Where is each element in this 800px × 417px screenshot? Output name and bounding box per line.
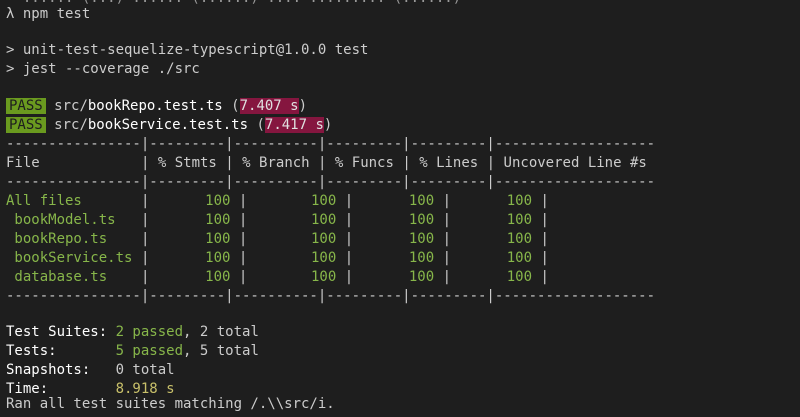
- summary-total: , 5 total: [183, 343, 259, 359]
- suite-dir: src/: [54, 98, 88, 114]
- summary-passed: 2 passed: [115, 324, 184, 340]
- row-stmts: 100: [205, 212, 231, 228]
- row-branch: 100: [311, 212, 337, 228]
- row-lines: 100: [506, 193, 533, 209]
- row-branch: 100: [311, 231, 337, 247]
- row-file: database.ts: [6, 269, 108, 285]
- suite-time-highlight: 7.417 s: [264, 117, 324, 133]
- header-funcs: % Funcs: [334, 155, 394, 171]
- suite-dir: src/: [54, 117, 88, 133]
- coverage-separator-mid: ----------------|---------|----------|--…: [6, 174, 656, 190]
- coverage-header-row: File | % Stmts | % Branch | % Funcs | % L…: [6, 155, 647, 171]
- summary-label: Tests:: [6, 343, 116, 359]
- prompt-line: λ npm test: [6, 6, 91, 22]
- summary-value: 0 total: [115, 362, 175, 378]
- suite-time-highlight: 7.407 s: [239, 98, 299, 114]
- row-stmts: 100: [205, 250, 231, 266]
- suite-result-row: PASS src/bookRepo.test.ts (7.407 s): [6, 97, 307, 116]
- pass-badge: PASS: [6, 117, 46, 133]
- coverage-separator-bottom: ----------------|---------|----------|--…: [6, 288, 656, 304]
- row-stmts: 100: [205, 231, 231, 247]
- pass-badge: PASS: [6, 98, 46, 114]
- row-funcs: 100: [408, 231, 435, 247]
- header-file: File: [6, 155, 40, 171]
- row-file: All files: [6, 193, 82, 209]
- row-file: bookRepo.ts: [6, 231, 108, 247]
- coverage-row: All files | 100 | 100 | 100 | 100 |: [6, 193, 549, 209]
- row-lines: 100: [506, 212, 533, 228]
- row-file: bookService.ts: [6, 250, 133, 266]
- row-file: bookModel.ts: [6, 212, 116, 228]
- coverage-row: database.ts | 100 | 100 | 100 | 100 |: [6, 269, 549, 285]
- row-lines: 100: [506, 269, 533, 285]
- clipped-next-line: ...... ... ..... ......... ..... .......…: [6, 410, 545, 417]
- terminal-window[interactable]: ...... (...) ...... (......) .... ......…: [0, 0, 800, 417]
- summary-label: Snapshots:: [6, 362, 116, 378]
- npm-script-line: > unit-test-sequelize-typescript@1.0.0 t…: [6, 42, 369, 58]
- row-branch: 100: [311, 250, 337, 266]
- summary-snapshots: Snapshots: 0 total: [6, 361, 175, 380]
- row-funcs: 100: [408, 269, 435, 285]
- header-stmts: % Stmts: [157, 155, 217, 171]
- header-uncovered: Uncovered Line #s: [503, 155, 647, 171]
- row-stmts: 100: [205, 193, 231, 209]
- row-funcs: 100: [408, 212, 435, 228]
- header-lines: % Lines: [419, 155, 479, 171]
- coverage-separator-top: ----------------|---------|----------|--…: [6, 136, 656, 152]
- row-branch: 100: [311, 269, 337, 285]
- coverage-row: bookRepo.ts | 100 | 100 | 100 | 100 |: [6, 231, 549, 247]
- row-stmts: 100: [205, 269, 231, 285]
- summary-label: Test Suites:: [6, 324, 116, 340]
- row-branch: 100: [311, 193, 337, 209]
- suite-file: bookService.test.ts: [87, 117, 249, 133]
- row-lines: 100: [506, 231, 533, 247]
- summary-total: , 2 total: [183, 324, 259, 340]
- coverage-row: bookService.ts | 100 | 100 | 100 | 100 |: [6, 250, 549, 266]
- suite-result-row: PASS src/bookService.test.ts (7.417 s): [6, 116, 332, 135]
- npm-command-line: > jest --coverage ./src: [6, 61, 200, 77]
- row-funcs: 100: [408, 250, 435, 266]
- summary-tests: Tests: 5 passed, 5 total: [6, 342, 259, 361]
- summary-test-suites: Test Suites: 2 passed, 2 total: [6, 323, 259, 342]
- header-branch: % Branch: [242, 155, 310, 171]
- suite-file: bookRepo.test.ts: [87, 98, 223, 114]
- coverage-row: bookModel.ts | 100 | 100 | 100 | 100 |: [6, 212, 549, 228]
- row-funcs: 100: [408, 193, 435, 209]
- summary-passed: 5 passed: [115, 343, 184, 359]
- row-lines: 100: [506, 250, 533, 266]
